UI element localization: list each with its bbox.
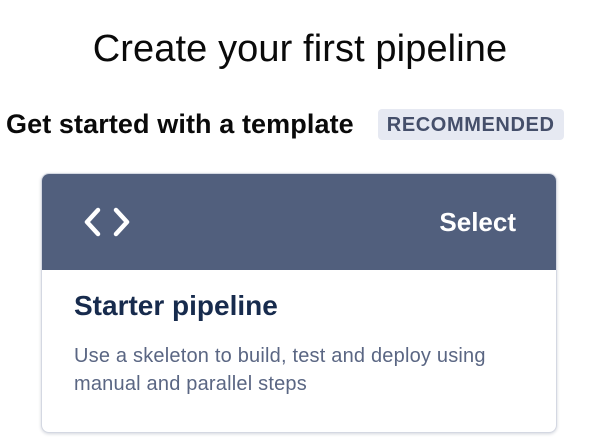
card-body: Starter pipeline Use a skeleton to build… — [42, 270, 556, 432]
card-header[interactable]: Select — [42, 174, 556, 270]
select-button[interactable]: Select — [439, 204, 516, 240]
section-heading: Get started with a template — [6, 108, 354, 139]
card-description: Use a skeleton to build, test and deploy… — [74, 345, 486, 395]
starter-pipeline-card[interactable]: Select Starter pipeline Use a skeleton t… — [41, 173, 557, 433]
template-section-header: Get started with a template RECOMMENDED — [6, 104, 564, 144]
card-title: Starter pipeline — [74, 290, 278, 321]
code-icon — [84, 207, 130, 237]
recommended-badge: RECOMMENDED — [377, 108, 564, 140]
page-title: Create your first pipeline — [92, 28, 508, 71]
